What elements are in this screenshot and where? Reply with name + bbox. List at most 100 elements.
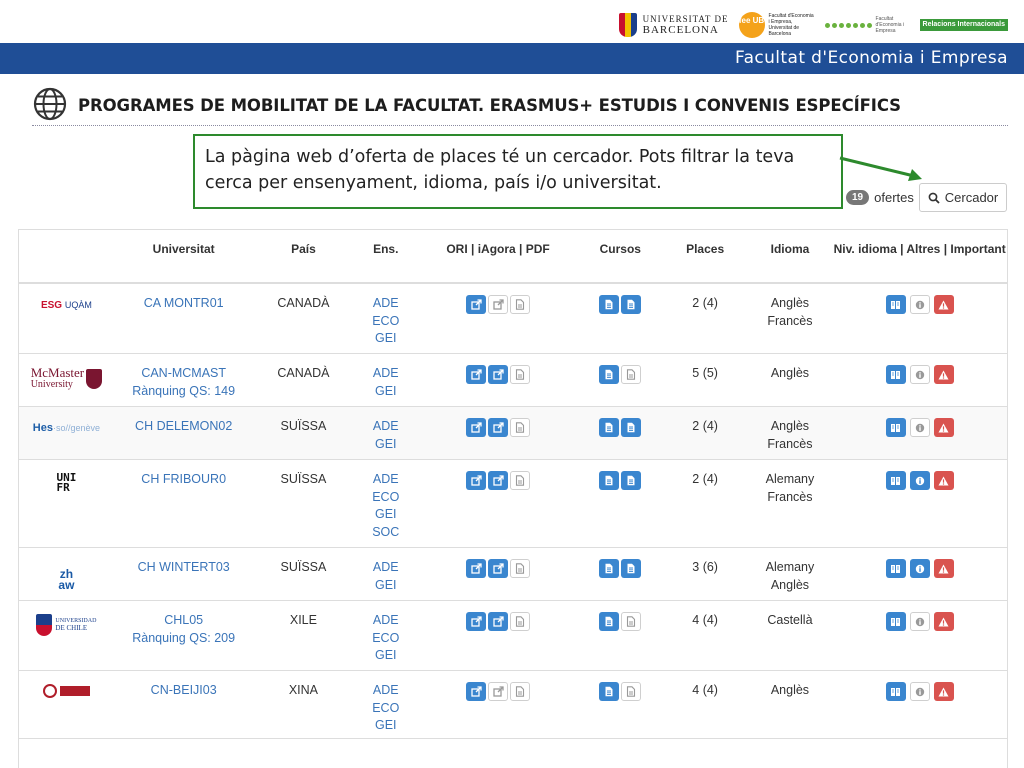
ensenyament-link[interactable]: GEI xyxy=(353,647,418,665)
iagora-link-button[interactable] xyxy=(488,471,509,490)
ensenyament-link[interactable]: ECO xyxy=(353,489,418,507)
info-button[interactable] xyxy=(909,612,930,631)
pdf-button[interactable] xyxy=(510,295,531,314)
ensenyament-link[interactable]: GEI xyxy=(353,436,418,454)
header-places[interactable]: Places xyxy=(663,230,748,282)
university-link[interactable]: CHL05 xyxy=(114,612,254,630)
language-level-button[interactable] xyxy=(885,365,906,384)
university-link[interactable]: CH WINTERT03 xyxy=(114,559,254,577)
university-cell: CH DELEMON02 xyxy=(114,407,254,459)
logo-banner xyxy=(59,686,90,696)
header-pais[interactable]: País xyxy=(254,230,354,282)
important-button[interactable] xyxy=(933,418,954,437)
cursos-file-button[interactable] xyxy=(621,295,642,314)
info-button[interactable] xyxy=(909,471,930,490)
language-level-button[interactable] xyxy=(885,682,906,701)
ensenyament-link[interactable]: ADE xyxy=(353,295,418,313)
ori-link-button[interactable] xyxy=(466,365,487,384)
pdf-button[interactable] xyxy=(510,612,531,631)
relacions-internacionals-logo[interactable]: Facultat d'Economia i Empresa Relacions … xyxy=(824,16,1008,34)
ori-link-button[interactable] xyxy=(466,612,487,631)
info-button[interactable] xyxy=(909,559,930,578)
ensenyament-link[interactable]: GEI xyxy=(353,330,418,348)
cursos-button[interactable] xyxy=(599,612,620,631)
file-icon xyxy=(627,563,635,574)
ensenyament-link[interactable]: GEI xyxy=(353,717,418,735)
language-level-button[interactable] xyxy=(885,559,906,578)
iagora-link-button[interactable] xyxy=(488,365,509,384)
ensenyament-link[interactable]: GEI xyxy=(353,506,418,524)
cursos-file-button[interactable] xyxy=(621,418,642,437)
university-logo-cell: UNI FR xyxy=(19,460,114,547)
ori-link-button[interactable] xyxy=(466,471,487,490)
cursos-button[interactable] xyxy=(599,295,620,314)
university-logo: Hes·so//genève xyxy=(32,422,101,434)
pdf-button[interactable] xyxy=(510,682,531,701)
cursos-file-button[interactable] xyxy=(621,471,642,490)
iagora-link-button[interactable] xyxy=(488,559,509,578)
cursos-button[interactable] xyxy=(599,682,620,701)
ensenyament-link[interactable]: ADE xyxy=(353,365,418,383)
ensenyament-link[interactable]: SOC xyxy=(353,524,418,542)
info-button[interactable] xyxy=(909,418,930,437)
university-link[interactable]: CA MONTR01 xyxy=(114,295,254,313)
language-level-button[interactable] xyxy=(885,471,906,490)
iagora-link-button[interactable] xyxy=(488,612,509,631)
university-link[interactable]: CH DELEMON02 xyxy=(114,418,254,436)
ori-link-button[interactable] xyxy=(466,559,487,578)
ensenyament-link[interactable]: ADE xyxy=(353,471,418,489)
iagora-link-button[interactable] xyxy=(488,682,509,701)
ensenyament-link[interactable]: ADE xyxy=(353,559,418,577)
pdf-button[interactable] xyxy=(510,365,531,384)
header-ens[interactable]: Ens. xyxy=(353,230,418,282)
important-button[interactable] xyxy=(933,612,954,631)
ensenyament-link[interactable]: ADE xyxy=(353,682,418,700)
university-link[interactable]: CH FRIBOUR0 xyxy=(114,471,254,489)
info-button[interactable] xyxy=(909,295,930,314)
iagora-link-button[interactable] xyxy=(488,418,509,437)
header-idioma[interactable]: Idioma xyxy=(748,230,833,282)
university-link[interactable]: CN-BEIJI03 xyxy=(114,682,254,700)
ori-link-button[interactable] xyxy=(466,295,487,314)
cursos-file-button[interactable] xyxy=(621,365,642,384)
header-universitat[interactable]: Universitat xyxy=(114,230,254,282)
cursos-button[interactable] xyxy=(599,559,620,578)
cursos-button[interactable] xyxy=(599,418,620,437)
ub-logo[interactable]: UNIVERSITAT DE BARCELONA xyxy=(618,13,729,37)
cursos-button[interactable] xyxy=(599,471,620,490)
ensenyament-link[interactable]: ADE xyxy=(353,612,418,630)
ori-link-button[interactable] xyxy=(466,418,487,437)
language-level-button[interactable] xyxy=(885,295,906,314)
cursos-button[interactable] xyxy=(599,365,620,384)
pdf-button[interactable] xyxy=(510,559,531,578)
cursos-file-button[interactable] xyxy=(621,559,642,578)
language-level-button[interactable] xyxy=(885,418,906,437)
pdf-button[interactable] xyxy=(510,471,531,490)
feeub-logo[interactable]: fee UB Facultat d'Economia i Empresa, Un… xyxy=(738,12,815,38)
important-button[interactable] xyxy=(933,682,954,701)
university-link[interactable]: CAN-MCMAST xyxy=(114,365,254,383)
ensenyament-link[interactable]: ECO xyxy=(353,630,418,648)
ensenyament-link[interactable]: ADE xyxy=(353,418,418,436)
niv-button-group xyxy=(885,612,954,631)
important-button[interactable] xyxy=(933,471,954,490)
ext-icon xyxy=(470,369,482,380)
pdf-button[interactable] xyxy=(510,418,531,437)
search-button[interactable]: Cercador xyxy=(919,183,1007,212)
cursos-file-button[interactable] xyxy=(621,682,642,701)
ensenyament-link[interactable]: GEI xyxy=(353,577,418,595)
places-cell: 3 (6) xyxy=(692,560,718,574)
ensenyament-link[interactable]: GEI xyxy=(353,383,418,401)
ensenyament-link[interactable]: ECO xyxy=(353,313,418,331)
info-button[interactable] xyxy=(909,682,930,701)
info-button[interactable] xyxy=(909,365,930,384)
important-button[interactable] xyxy=(933,295,954,314)
ensenyament-link[interactable]: ECO xyxy=(353,700,418,718)
important-button[interactable] xyxy=(933,365,954,384)
ub-logo-text: UNIVERSITAT DE BARCELONA xyxy=(642,14,729,36)
ori-link-button[interactable] xyxy=(466,682,487,701)
cursos-file-button[interactable] xyxy=(621,612,642,631)
language-level-button[interactable] xyxy=(885,612,906,631)
important-button[interactable] xyxy=(933,559,954,578)
iagora-link-button[interactable] xyxy=(488,295,509,314)
